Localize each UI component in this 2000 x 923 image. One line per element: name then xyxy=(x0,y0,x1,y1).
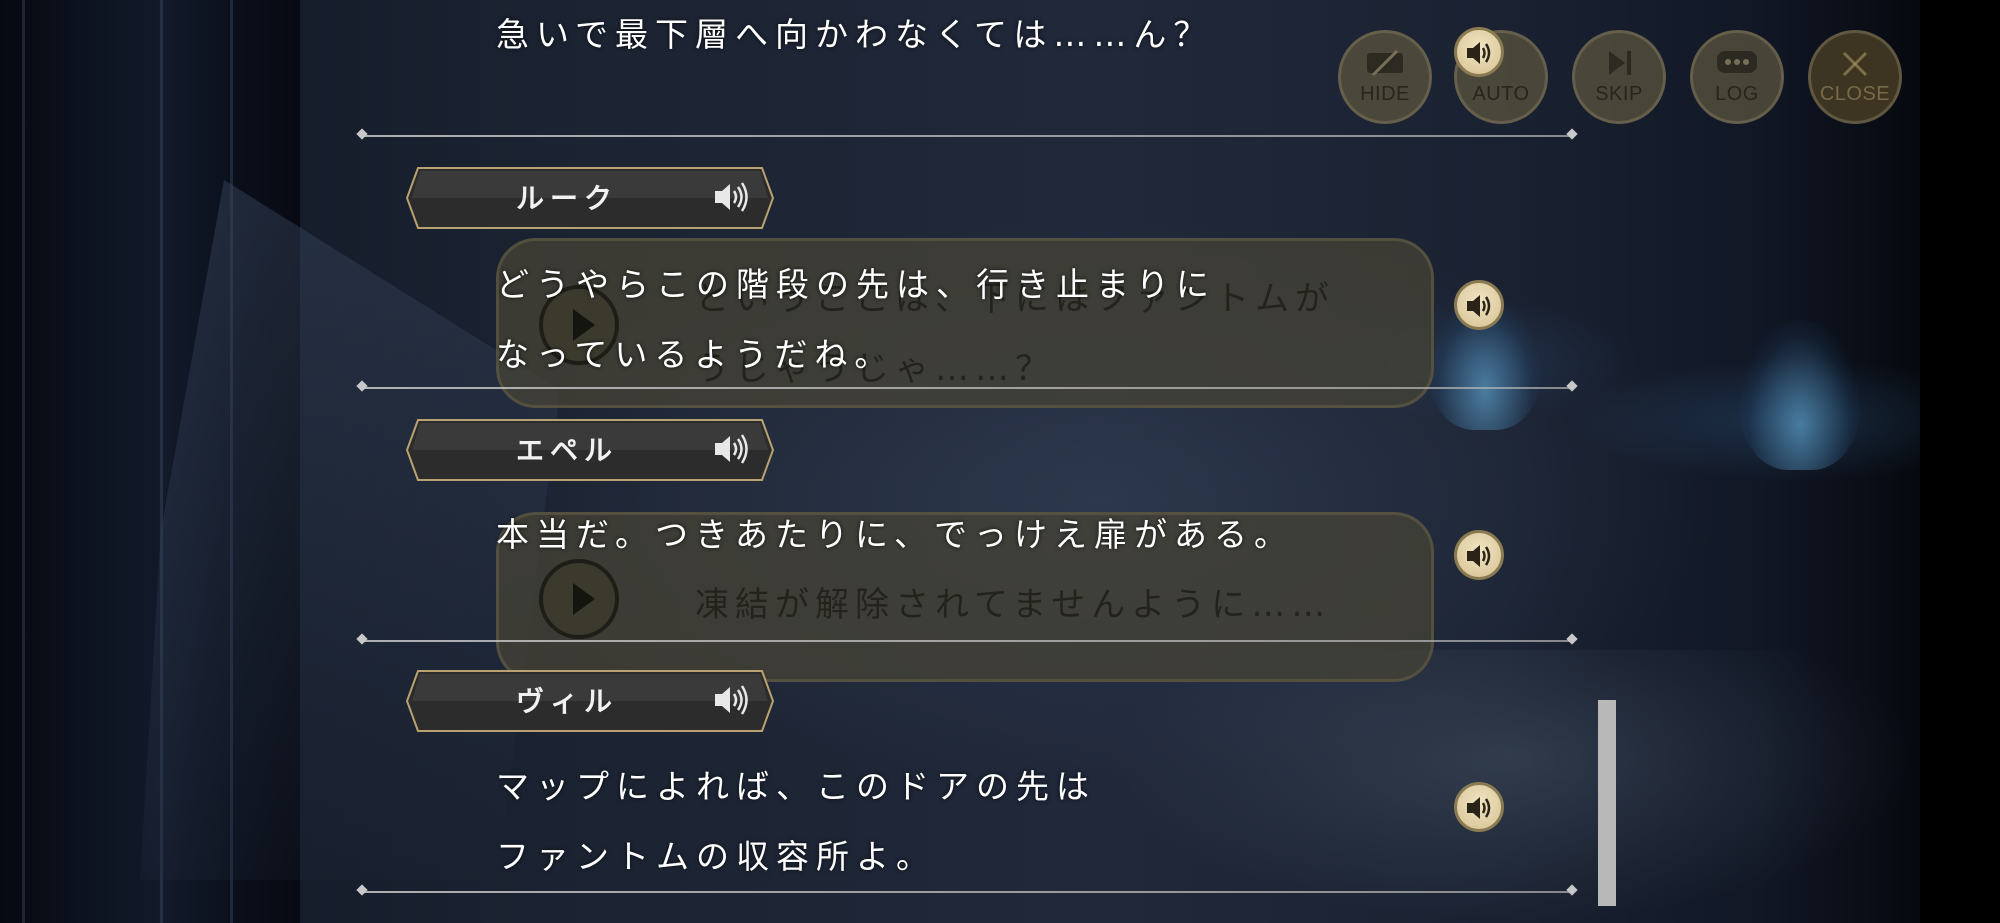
voice-replay-button[interactable] xyxy=(1454,280,1504,330)
hide-button[interactable]: HIDE xyxy=(1338,30,1432,124)
speaker-name: ルーク xyxy=(516,182,619,215)
log-entry-text: 急いで最下層へ向かわなくては……ん？ xyxy=(496,15,1214,54)
speaker-icon[interactable] xyxy=(712,177,752,217)
log-separator xyxy=(362,640,1572,642)
voice-replay-button[interactable] xyxy=(1454,27,1504,77)
log-entry-text: 本当だ。つきあたりに、でっけえ扉がある。 xyxy=(496,515,1295,554)
hide-label: HIDE xyxy=(1360,83,1410,105)
speaker-name: ヴィル xyxy=(516,685,619,718)
log-entry-text: マップによれば、このドアの先は xyxy=(496,767,1096,806)
speaker-icon[interactable] xyxy=(712,429,752,469)
log-separator xyxy=(362,891,1572,893)
blue-flame-right xyxy=(1740,320,1860,470)
close-button[interactable]: CLOSE xyxy=(1808,30,1902,124)
speaker-name: エペル xyxy=(516,434,619,467)
log-label: LOG xyxy=(1715,83,1759,105)
log-scrollbar[interactable] xyxy=(1598,700,1616,906)
close-icon xyxy=(1840,49,1870,85)
hide-icon xyxy=(1365,49,1405,83)
auto-label: AUTO xyxy=(1472,83,1530,105)
speaker-icon xyxy=(1467,545,1491,567)
log-separator xyxy=(362,135,1572,137)
skip-button[interactable]: SKIP xyxy=(1572,30,1666,124)
background-right-edge xyxy=(1920,0,2000,923)
speaker-icon xyxy=(1467,295,1491,317)
voice-replay-button[interactable] xyxy=(1454,782,1504,832)
top-toolbar: HIDE AUTO SKIP LOG CLOSE xyxy=(1338,30,1904,126)
speaker-nameplate: エペル xyxy=(406,419,774,481)
speaker-icon[interactable] xyxy=(712,680,752,720)
log-entry-text: どうやらこの階段の先は、行き止まりに xyxy=(496,265,1216,304)
background-pillar-edge xyxy=(22,0,25,923)
speaker-icon xyxy=(1467,797,1491,819)
skip-label: SKIP xyxy=(1595,83,1643,105)
ghost-text-line: 凍結が解除されてませんように…… xyxy=(695,585,1332,625)
log-entry-text: ファントムの収容所よ。 xyxy=(496,837,936,876)
log-entry-text: なっているようだね。 xyxy=(496,335,895,374)
voice-replay-button[interactable] xyxy=(1454,530,1504,580)
log-icon xyxy=(1715,49,1759,83)
close-label: CLOSE xyxy=(1819,83,1891,105)
speaker-nameplate: ヴィル xyxy=(406,670,774,732)
skip-icon xyxy=(1603,49,1635,83)
story-log-screen: というここは、下にはファントムが うじゃうじゃ……？ 凍結が解除されてませんよう… xyxy=(0,0,2000,923)
speaker-icon xyxy=(1467,42,1491,64)
log-separator xyxy=(362,387,1572,389)
play-icon xyxy=(539,559,619,639)
background-floor-light xyxy=(1100,650,1920,923)
speaker-nameplate: ルーク xyxy=(406,167,774,229)
log-button[interactable]: LOG xyxy=(1690,30,1784,124)
